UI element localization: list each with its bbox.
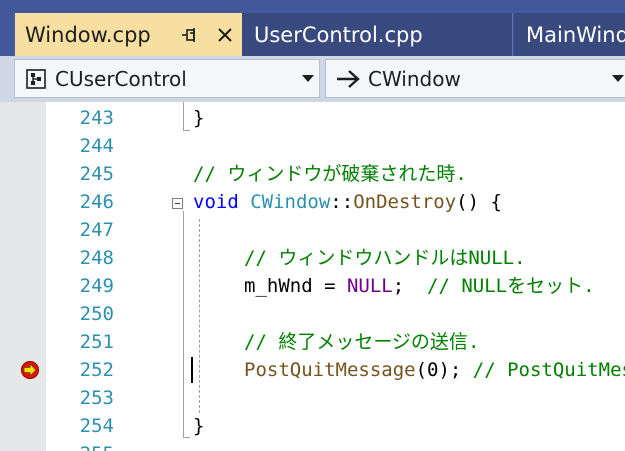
line-number: 250 <box>79 303 114 325</box>
code-text: void CWindow::OnDestroy() { <box>193 188 502 216</box>
line-number: 253 <box>79 387 114 409</box>
type-token: CWindow <box>250 191 331 213</box>
line-number: 245 <box>79 163 114 185</box>
code-line-current: 252 PostQuitMessage(0); // PostQuitMessa… <box>0 356 625 384</box>
line-number: 246 <box>79 191 114 213</box>
line-number: 248 <box>79 247 114 269</box>
code-line: 255 <box>0 440 625 451</box>
code-comment: // ウィンドウが破棄された時. <box>193 163 467 185</box>
code-comment: // PostQuitMessageで終了. <box>472 359 625 381</box>
punctuation-token: (0); <box>415 359 473 381</box>
pin-icon[interactable] <box>178 24 200 46</box>
tab-label: UserControl.cpp <box>254 22 423 47</box>
breakpoint-arrow-icon[interactable] <box>20 360 40 380</box>
code-line: 254 } <box>0 412 625 440</box>
code-editor[interactable]: 243 } 244 245 // ウィンドウが破棄された時. 246 void … <box>0 102 625 451</box>
code-comment: // ウィンドウハンドルはNULL. <box>244 247 526 269</box>
tab-usercontrol-cpp[interactable]: UserControl.cpp <box>242 13 513 56</box>
line-number: 243 <box>79 107 114 129</box>
code-line: 253 <box>0 384 625 412</box>
scope-operator: :: <box>330 191 354 213</box>
function-token: PostQuitMessage <box>244 359 416 381</box>
code-line: 244 <box>0 132 625 160</box>
punctuation-token: () { <box>456 191 502 213</box>
code-line: 251 // 終了メッセージの送信. <box>0 328 625 356</box>
variable-token: m_hWnd = <box>244 275 347 297</box>
tab-window-cpp[interactable]: Window.cpp <box>15 13 242 56</box>
code-line: 243 } <box>0 104 625 132</box>
document-tab-strip: Window.cpp UserControl.cpp MainWindow.cp… <box>0 0 625 56</box>
code-text: } <box>193 107 205 129</box>
punctuation-token: ; <box>392 275 428 297</box>
code-line: 249 m_hWnd = NULL; // NULLをセット. <box>0 272 625 300</box>
member-dropdown[interactable]: CWindow <box>325 59 625 98</box>
line-number: 247 <box>79 219 114 241</box>
chevron-down-icon <box>612 75 624 82</box>
code-comment: // 終了メッセージの送信. <box>244 331 480 353</box>
macro-token: NULL <box>346 275 393 297</box>
line-number: 255 <box>48 440 114 451</box>
close-icon[interactable] <box>214 24 236 46</box>
code-text: m_hWnd = NULL; // NULLをセット. <box>244 272 595 300</box>
function-token: OnDestroy <box>353 191 457 213</box>
code-line: 248 // ウィンドウハンドルはNULL. <box>0 244 625 272</box>
arrow-right-icon <box>337 70 360 88</box>
chevron-down-icon <box>302 75 314 82</box>
keyword-token: void <box>193 191 239 213</box>
line-number: 252 <box>79 359 114 381</box>
line-number: 244 <box>79 135 114 157</box>
code-text: PostQuitMessage(0); // PostQuitMessageで終… <box>244 356 625 384</box>
scope-label: CUserControl <box>55 66 187 91</box>
code-comment: // NULLをセット. <box>427 275 595 297</box>
tab-label: MainWindow.cpp <box>526 22 625 47</box>
code-line: 246 void CWindow::OnDestroy() { <box>0 188 625 216</box>
code-line: 247 <box>0 216 625 244</box>
code-line: 245 // ウィンドウが破棄された時. <box>0 160 625 188</box>
line-number: 251 <box>79 331 114 353</box>
tab-label: Window.cpp <box>25 22 151 47</box>
navigation-bar: CUserControl CWindow <box>0 56 625 102</box>
code-line: 250 <box>0 300 625 328</box>
tab-mainwindow-cpp[interactable]: MainWindow.cpp <box>514 13 625 56</box>
member-label: CWindow <box>368 66 461 91</box>
scope-dropdown[interactable]: CUserControl <box>14 59 320 98</box>
line-number: 254 <box>79 415 114 437</box>
code-text: } <box>193 415 205 437</box>
class-icon <box>26 69 46 89</box>
line-number: 249 <box>79 275 114 297</box>
